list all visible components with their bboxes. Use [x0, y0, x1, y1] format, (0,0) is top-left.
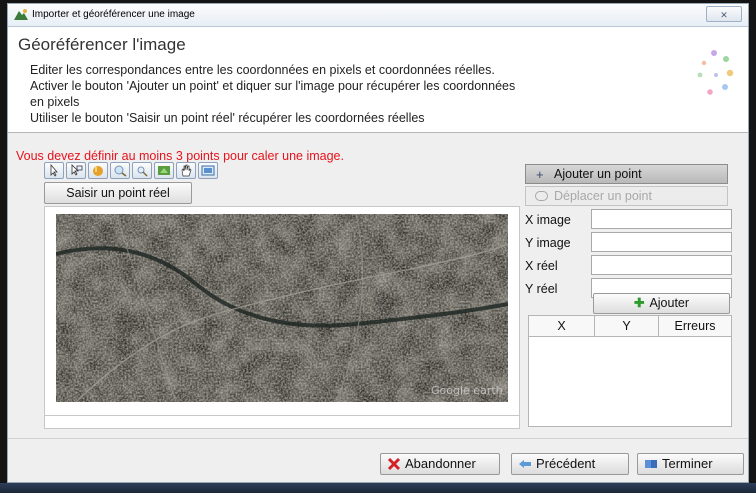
back-arrow-icon: [519, 460, 531, 468]
title-bar[interactable]: Importer et géoréférencer une image ✕: [8, 4, 748, 27]
cancel-x-icon: [387, 457, 401, 471]
deplacer-point-button[interactable]: Déplacer un point: [525, 186, 728, 206]
ajouter-label: Ajouter: [649, 296, 690, 310]
taskbar: [0, 483, 756, 493]
x-reel-label: X réel: [525, 259, 558, 273]
column-header-x[interactable]: X: [529, 316, 595, 336]
terminer-label: Terminer: [662, 456, 713, 471]
plus-icon: +: [536, 167, 544, 182]
y-reel-label: Y réel: [525, 282, 558, 296]
instructions: Editer les correspondances entre les coo…: [30, 62, 680, 126]
zoom-out-icon[interactable]: [132, 162, 152, 179]
x-image-field[interactable]: [591, 209, 732, 229]
ajouter-button[interactable]: ✚ Ajouter: [593, 293, 730, 314]
app-icon: [14, 9, 28, 20]
instruction-line: Activer le bouton 'Ajouter un point' et …: [30, 79, 516, 93]
terminer-button[interactable]: Terminer: [637, 453, 744, 475]
instruction-line: Utiliser le bouton 'Saisir un point réel…: [30, 111, 425, 125]
window-title: Importer et géoréférencer une image: [32, 9, 195, 20]
precedent-button[interactable]: Précédent: [511, 453, 629, 475]
status-strip: [44, 415, 520, 429]
page-title: Géoréférencer l'image: [18, 35, 186, 54]
instruction-line: Editer les correspondances entre les coo…: [30, 63, 495, 77]
ajouter-point-button[interactable]: + Ajouter un point: [525, 164, 728, 184]
points-table[interactable]: X Y Erreurs: [528, 315, 732, 427]
close-button[interactable]: ✕: [706, 6, 742, 22]
y-image-label: Y image: [525, 236, 571, 250]
select-arrow-icon[interactable]: [44, 162, 64, 179]
satellite-image[interactable]: Google earth: [56, 214, 508, 402]
instruction-line: en pixels: [30, 95, 80, 109]
x-reel-field[interactable]: [591, 255, 732, 275]
abandonner-label: Abandonner: [405, 456, 476, 471]
ajouter-point-label: Ajouter un point: [554, 167, 642, 181]
move-icon: [535, 191, 548, 201]
map-canvas[interactable]: Google earth: [44, 206, 520, 418]
saisir-point-reel-button[interactable]: Saisir un point réel: [44, 182, 192, 204]
georef-dialog: Importer et géoréférencer une image ✕ Gé…: [7, 3, 749, 483]
footer-divider: [8, 438, 748, 439]
pan-hand-color-icon[interactable]: [88, 162, 108, 179]
y-image-field[interactable]: [591, 232, 732, 252]
header-panel: Géoréférencer l'image Editer les corresp…: [8, 27, 748, 133]
precedent-label: Précédent: [536, 456, 596, 471]
select-multi-icon[interactable]: [66, 162, 86, 179]
fit-extent-icon[interactable]: [198, 162, 218, 179]
wizard-logo-icon: [697, 50, 734, 95]
map-watermark: Google earth: [431, 384, 503, 397]
finish-flag-icon: [645, 460, 657, 468]
column-header-y[interactable]: Y: [595, 316, 659, 336]
warning-message: Vous devez définir au moins 3 points pou…: [16, 149, 344, 163]
points-panel: + Ajouter un point Déplacer un point X i…: [525, 164, 735, 429]
table-header: X Y Erreurs: [529, 316, 731, 337]
refresh-icon[interactable]: [154, 162, 174, 179]
column-header-erreurs[interactable]: Erreurs: [659, 316, 731, 336]
abandonner-button[interactable]: Abandonner: [380, 453, 500, 475]
plus-green-icon: ✚: [633, 296, 645, 310]
zoom-in-icon[interactable]: [110, 162, 130, 179]
deplacer-point-label: Déplacer un point: [554, 189, 652, 203]
x-image-label: X image: [525, 213, 571, 227]
hand-icon[interactable]: [176, 162, 196, 179]
